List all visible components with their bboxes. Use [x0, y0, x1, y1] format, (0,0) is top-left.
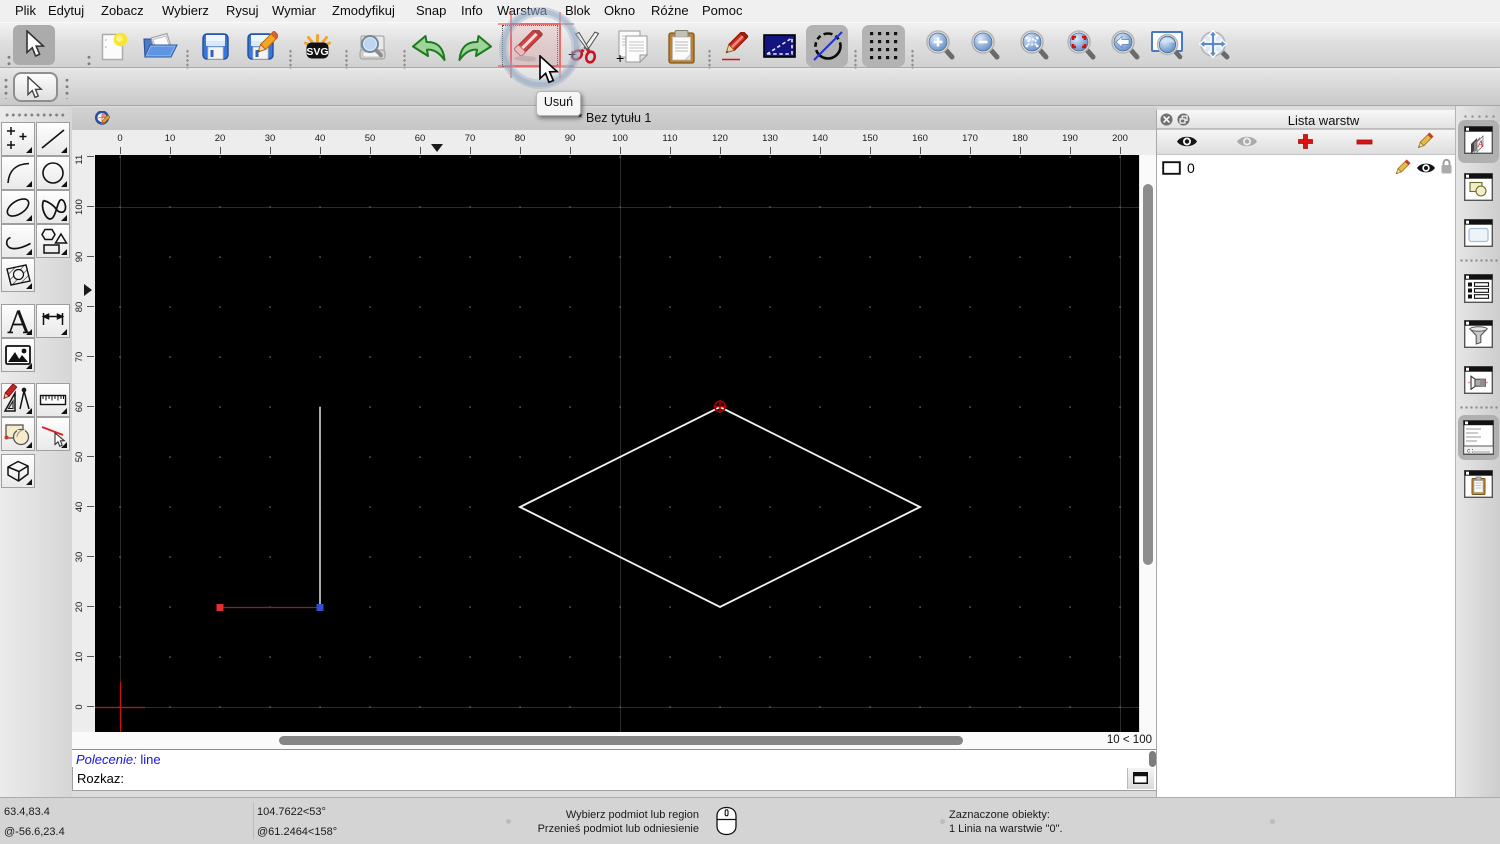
- svg-text:50: 50: [365, 133, 376, 144]
- svg-text:80: 80: [515, 133, 526, 144]
- svg-text:160: 160: [912, 133, 928, 144]
- svg-text:100: 100: [612, 133, 628, 144]
- svg-text:110: 110: [74, 155, 85, 165]
- svg-text:20: 20: [74, 602, 85, 613]
- svg-text:120: 120: [712, 133, 728, 144]
- svg-text:A: A: [1477, 139, 1484, 149]
- svg-text:130: 130: [762, 133, 778, 144]
- svg-text:70: 70: [465, 133, 476, 144]
- svg-text:30: 30: [74, 552, 85, 563]
- svg-text:10: 10: [74, 652, 85, 663]
- svg-text:90: 90: [74, 252, 85, 263]
- svg-text:40: 40: [315, 133, 326, 144]
- svg-text:200: 200: [1112, 133, 1128, 144]
- svg-text:190: 190: [1062, 133, 1078, 144]
- svg-text:10: 10: [165, 133, 176, 144]
- svg-text:110: 110: [662, 133, 677, 144]
- svg-text:140: 140: [812, 133, 828, 144]
- svg-text:+: +: [616, 50, 624, 65]
- svg-text:20: 20: [215, 133, 226, 144]
- svg-text:100: 100: [74, 199, 85, 215]
- svg-text:40: 40: [74, 502, 85, 513]
- svg-text:60: 60: [74, 402, 85, 413]
- svg-text:c:: c:: [1467, 448, 1474, 455]
- svg-text:80: 80: [74, 302, 85, 313]
- svg-text:SVG: SVG: [306, 46, 328, 58]
- svg-text:150: 150: [862, 133, 878, 144]
- svg-text:50: 50: [74, 452, 85, 463]
- svg-text:0: 0: [117, 133, 122, 144]
- svg-text:70: 70: [74, 352, 85, 363]
- svg-text:180: 180: [1012, 133, 1028, 144]
- svg-text:170: 170: [962, 133, 978, 144]
- svg-text:90: 90: [565, 133, 576, 144]
- svg-text:60: 60: [415, 133, 426, 144]
- svg-text:30: 30: [265, 133, 276, 144]
- svg-text:0: 0: [74, 704, 85, 709]
